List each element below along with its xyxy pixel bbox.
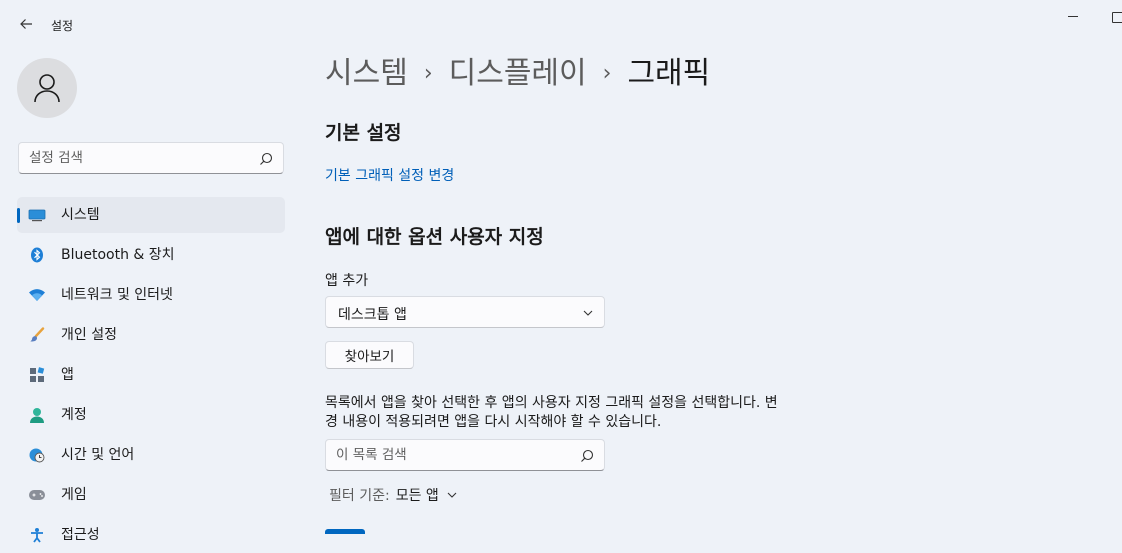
globe-clock-icon [28, 446, 46, 464]
wifi-icon [28, 286, 46, 304]
sidebar-item-personalization[interactable]: 개인 설정 [17, 317, 285, 353]
minimize-button[interactable] [1062, 8, 1082, 26]
sidebar-item-accessibility[interactable]: 접근성 [17, 517, 285, 553]
gamepad-icon [28, 486, 46, 504]
basic-settings-heading: 기본 설정 [325, 122, 402, 144]
bluetooth-icon [28, 246, 46, 264]
sidebar-item-label: 시간 및 언어 [61, 447, 135, 463]
sidebar-item-label: 네트워크 및 인터넷 [61, 287, 173, 303]
account-icon [28, 406, 46, 424]
brush-icon [28, 326, 46, 344]
app-type-dropdown[interactable]: 데스크톱 앱 [325, 296, 605, 328]
window-title: 설정 [51, 19, 74, 33]
breadcrumb-system[interactable]: 시스템 [325, 54, 408, 94]
avatar[interactable] [17, 58, 77, 118]
apps-icon [28, 366, 46, 384]
sidebar-item-label: 게임 [61, 487, 87, 503]
sidebar-item-system[interactable]: 시스템 [17, 197, 285, 233]
sidebar-item-label: 개인 설정 [61, 327, 117, 343]
chevron-down-icon[interactable] [446, 489, 458, 501]
back-button[interactable] [16, 14, 36, 34]
sidebar-item-label: Bluetooth & 장치 [61, 247, 175, 263]
sidebar-item-bluetooth[interactable]: Bluetooth & 장치 [17, 237, 285, 273]
maximize-button[interactable] [1106, 8, 1122, 26]
selection-indicator [17, 208, 20, 223]
sidebar-item-accounts[interactable]: 계정 [17, 397, 285, 433]
breadcrumb-separator: › [423, 61, 433, 86]
sidebar-item-label: 접근성 [61, 527, 100, 543]
chevron-down-icon [583, 310, 593, 316]
app-type-value: 데스크톱 앱 [338, 307, 407, 323]
settings-search-box[interactable] [18, 142, 284, 174]
filter-label: 필터 기준: [329, 488, 390, 504]
sidebar-item-label: 계정 [61, 407, 87, 423]
user-icon [34, 74, 60, 103]
page-title: 그래픽 [627, 56, 711, 91]
sidebar-item-label: 시스템 [61, 207, 100, 223]
description-text: 목록에서 앱을 찾아 선택한 후 앱의 사용자 지정 그래픽 설정을 선택합니다… [325, 395, 778, 430]
filter-control: 필터 기준: 모든 앱 [329, 485, 458, 505]
browse-button[interactable]: 찾아보기 [325, 341, 414, 369]
back-arrow-icon [20, 19, 32, 29]
search-icon [581, 449, 594, 462]
sidebar-item-label: 앱 [61, 367, 74, 383]
search-icon [260, 152, 273, 165]
breadcrumb-display[interactable]: 디스플레이 [449, 54, 587, 94]
change-default-graphics-link[interactable]: 기본 그래픽 설정 변경 [325, 165, 454, 185]
system-icon [28, 206, 46, 224]
sidebar-item-network[interactable]: 네트워크 및 인터넷 [17, 277, 285, 313]
list-search-box[interactable] [325, 439, 605, 471]
custom-options-heading: 앱에 대한 옵션 사용자 지정 [325, 226, 544, 248]
sidebar-item-apps[interactable]: 앱 [17, 357, 285, 393]
breadcrumb-separator: › [602, 61, 612, 86]
sidebar-item-time-language[interactable]: 시간 및 언어 [17, 437, 285, 473]
filter-value[interactable]: 모든 앱 [396, 485, 439, 505]
breadcrumb: 시스템 › 디스플레이 › 그래픽 [325, 54, 710, 94]
accessibility-icon [28, 526, 46, 544]
accent-button-partial[interactable] [325, 529, 365, 534]
sidebar-item-gaming[interactable]: 게임 [17, 477, 285, 513]
add-app-label: 앱 추가 [325, 273, 369, 289]
settings-search-input[interactable] [29, 143, 249, 173]
list-search-input[interactable] [336, 440, 571, 470]
